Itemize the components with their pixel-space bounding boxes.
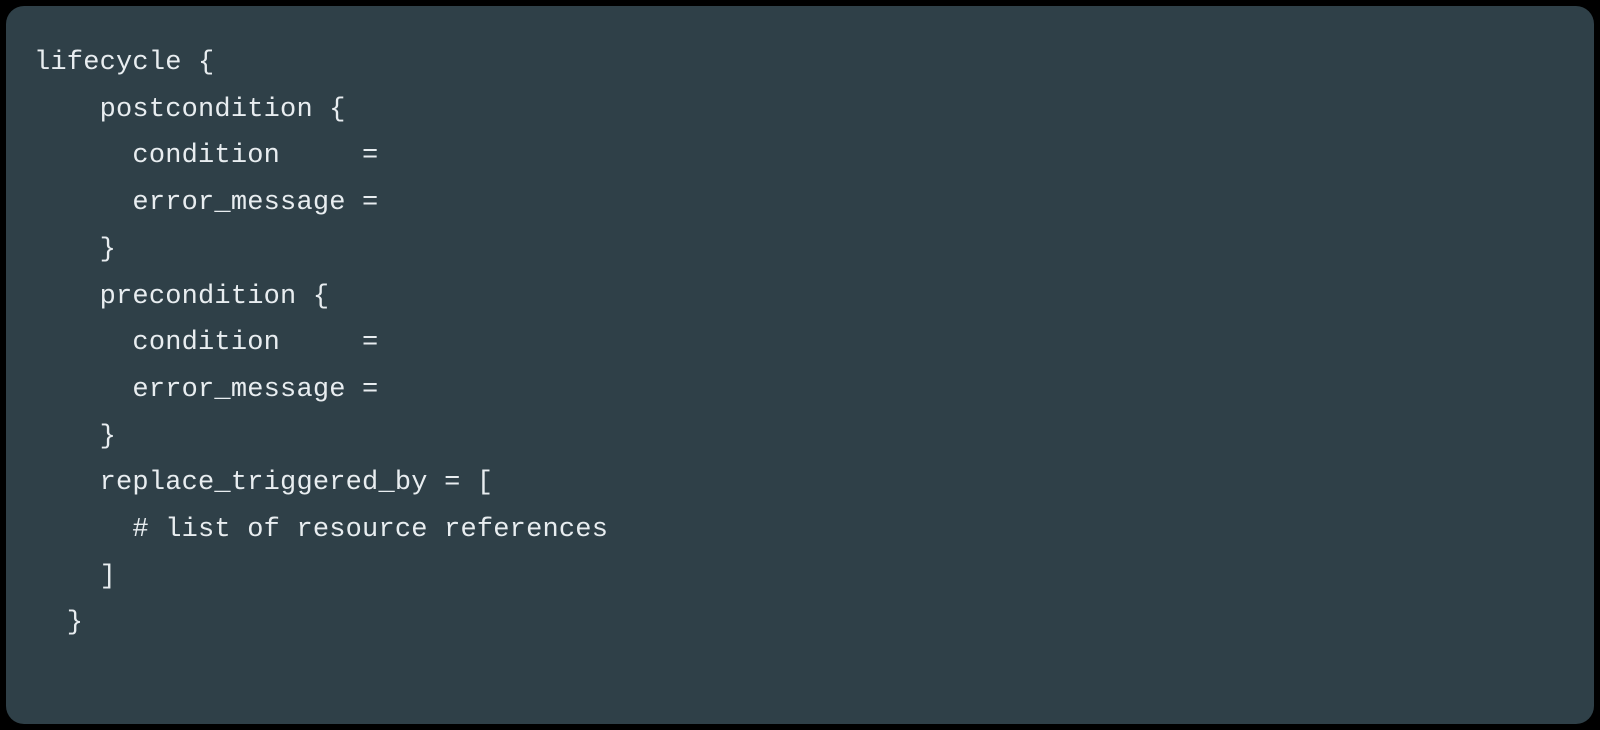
code-line: error_message =: [34, 188, 378, 218]
code-line: lifecycle {: [34, 48, 214, 78]
code-line: replace_triggered_by = [: [34, 468, 493, 498]
code-comment-line: # list of resource references: [34, 515, 608, 545]
code-line: }: [34, 608, 83, 638]
code-line: condition =: [34, 141, 378, 171]
code-line: }: [34, 422, 116, 452]
code-line: }: [34, 235, 116, 265]
code-block: lifecycle { postcondition { condition = …: [6, 6, 1594, 724]
code-line: precondition {: [34, 282, 329, 312]
code-line: ]: [34, 562, 116, 592]
code-content: lifecycle { postcondition { condition = …: [34, 40, 1566, 647]
code-line: error_message =: [34, 375, 378, 405]
code-line: condition =: [34, 328, 378, 358]
code-line: postcondition {: [34, 95, 346, 125]
